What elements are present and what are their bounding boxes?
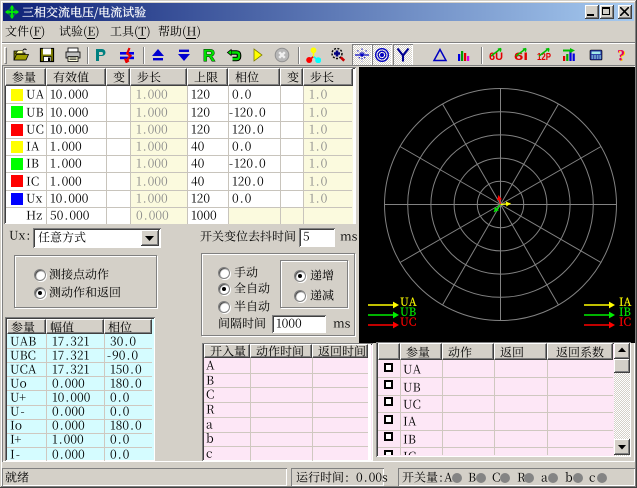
svg-text:?: ?	[617, 47, 625, 63]
svg-text:R: R	[203, 47, 215, 63]
svg-text:12P: 12P	[537, 52, 551, 63]
